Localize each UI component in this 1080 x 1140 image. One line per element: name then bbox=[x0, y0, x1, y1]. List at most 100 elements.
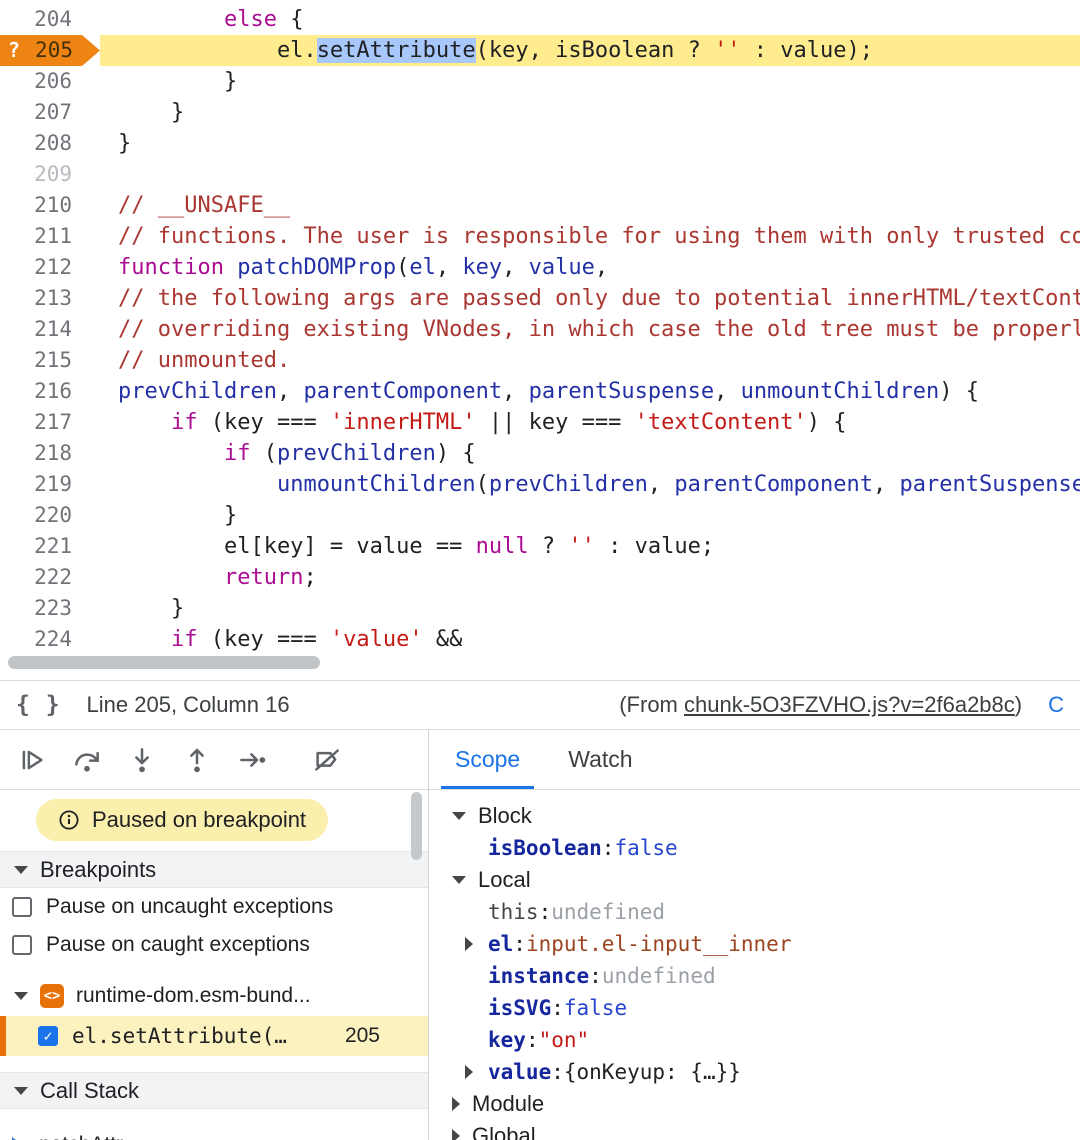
breakpoint-marker[interactable]: ? 205 bbox=[0, 35, 100, 66]
scope-variable[interactable]: instance: undefined bbox=[429, 960, 1080, 992]
code-lines: 204 else {? 205 el.setAttribute(key, isBo… bbox=[0, 0, 1080, 655]
exception-option[interactable]: Pause on uncaught exceptions bbox=[0, 888, 428, 926]
line-number[interactable]: 212 bbox=[0, 252, 100, 283]
line-number[interactable]: 204 bbox=[0, 4, 100, 35]
scope-variable[interactable]: key: "on" bbox=[429, 1024, 1080, 1056]
code-line: ? 205 el.setAttribute(key, isBoolean ? ''… bbox=[0, 35, 1080, 66]
code-token: 'value' bbox=[329, 627, 423, 652]
line-number[interactable]: 216 bbox=[0, 376, 100, 407]
checkbox[interactable] bbox=[12, 935, 32, 955]
debugger-area: Paused on breakpoint Breakpoints Pause o… bbox=[0, 730, 1080, 1140]
breakpoint-line-number: 205 bbox=[344, 1024, 380, 1047]
chevron-down-icon[interactable] bbox=[14, 992, 28, 1000]
scope-section-local[interactable]: Local bbox=[429, 864, 1080, 896]
breakpoint-item[interactable]: ✓ el.setAttribute(… 205 bbox=[0, 1016, 428, 1056]
line-number[interactable]: 214 bbox=[0, 314, 100, 345]
variable-value: input.el-input__inner bbox=[525, 932, 792, 956]
code-token: prevChildren bbox=[488, 472, 648, 497]
code-token: } bbox=[118, 100, 185, 125]
frame-name: patchAttr bbox=[39, 1133, 123, 1140]
step-icon[interactable] bbox=[236, 744, 268, 776]
code-token: // overriding existing VNodes, in which … bbox=[118, 317, 1080, 342]
variable-name: value bbox=[488, 1060, 552, 1084]
disclosure-triangle-icon[interactable] bbox=[465, 1065, 473, 1079]
deactivate-breakpoints-icon[interactable] bbox=[311, 744, 343, 776]
scope-section-block[interactable]: Block bbox=[429, 800, 1080, 832]
chevron-down-icon[interactable] bbox=[14, 865, 28, 874]
line-number[interactable]: 206 bbox=[0, 66, 100, 97]
code-token: } bbox=[118, 503, 238, 528]
line-number[interactable]: 223 bbox=[0, 593, 100, 624]
sidebar-scrollbar-thumb[interactable] bbox=[411, 792, 422, 860]
call-stack-section-header[interactable]: Call Stack bbox=[0, 1072, 428, 1109]
script-icon: <> bbox=[40, 984, 64, 1008]
line-number[interactable]: 218 bbox=[0, 438, 100, 469]
scope-section-module[interactable]: Module bbox=[429, 1088, 1080, 1120]
checkbox[interactable] bbox=[12, 897, 32, 917]
code-token: // the following args are passed only du… bbox=[118, 286, 1080, 311]
line-number[interactable]: 211 bbox=[0, 221, 100, 252]
clipped-edge-text: C bbox=[1048, 692, 1064, 717]
line-number[interactable]: 220 bbox=[0, 500, 100, 531]
line-number[interactable]: 224 bbox=[0, 624, 100, 655]
breakpoint-file-group[interactable]: <> runtime-dom.esm-bund... bbox=[0, 976, 428, 1016]
line-number[interactable]: 221 bbox=[0, 531, 100, 562]
scope-section-global[interactable]: Global bbox=[429, 1120, 1080, 1140]
source-file-link[interactable]: chunk-5O3FZVHO.js?v=2f6a2b8c bbox=[684, 692, 1015, 717]
disclosure-triangle-icon[interactable] bbox=[452, 876, 466, 884]
step-out-icon[interactable] bbox=[181, 744, 213, 776]
variable-colon: : bbox=[601, 836, 615, 860]
chevron-down-icon[interactable] bbox=[14, 1086, 28, 1095]
code-text: if (key === 'value' && bbox=[100, 624, 1080, 655]
scope-variable[interactable]: el: input.el-input__inner bbox=[429, 928, 1080, 960]
code-text: } bbox=[100, 500, 1080, 531]
line-number[interactable]: 213 bbox=[0, 283, 100, 314]
code-editor[interactable]: 204 else {? 205 el.setAttribute(key, isBo… bbox=[0, 0, 1080, 680]
variable-name: el bbox=[488, 932, 514, 956]
scope-variable[interactable]: value: {onKeyup: {…}} bbox=[429, 1056, 1080, 1088]
disclosure-triangle-icon[interactable] bbox=[452, 1097, 460, 1111]
tab-watch[interactable]: Watch bbox=[554, 730, 646, 789]
line-number[interactable]: 208 bbox=[0, 128, 100, 159]
variable-colon: : bbox=[589, 964, 602, 988]
disclosure-triangle-icon[interactable] bbox=[465, 937, 473, 951]
line-number[interactable]: 215 bbox=[0, 345, 100, 376]
breakpoint-checkbox[interactable]: ✓ bbox=[38, 1026, 58, 1046]
resume-icon[interactable] bbox=[16, 744, 48, 776]
exception-option[interactable]: Pause on caught exceptions bbox=[0, 926, 428, 964]
line-number[interactable]: 210 bbox=[0, 190, 100, 221]
disclosure-triangle-icon[interactable] bbox=[452, 812, 466, 820]
code-token: ) { bbox=[806, 410, 847, 435]
scope-section-label: Local bbox=[478, 867, 531, 892]
code-token: key bbox=[462, 255, 503, 280]
tab-scope[interactable]: Scope bbox=[441, 730, 534, 789]
code-text: // __UNSAFE__ bbox=[100, 190, 1080, 221]
horizontal-scrollbar-thumb[interactable] bbox=[8, 656, 320, 669]
scope-variable[interactable]: isSVG: false bbox=[429, 992, 1080, 1024]
variable-name: key bbox=[488, 1028, 526, 1052]
breakpoints-section-header[interactable]: Breakpoints bbox=[0, 851, 428, 888]
devtools-sources-panel: 204 else {? 205 el.setAttribute(key, isBo… bbox=[0, 0, 1080, 1140]
line-number[interactable]: 217 bbox=[0, 407, 100, 438]
code-line: 224 if (key === 'value' && bbox=[0, 624, 1080, 655]
horizontal-scrollbar[interactable] bbox=[0, 656, 1080, 670]
step-into-icon[interactable] bbox=[126, 744, 158, 776]
code-line: 211 // functions. The user is responsible… bbox=[0, 221, 1080, 252]
code-line: 209 bbox=[0, 159, 1080, 190]
line-number[interactable]: 209 bbox=[0, 159, 100, 190]
line-number[interactable]: 207 bbox=[0, 97, 100, 128]
code-token: // __UNSAFE__ bbox=[118, 193, 291, 218]
line-number[interactable]: 222 bbox=[0, 562, 100, 593]
pretty-print-icon[interactable]: { } bbox=[16, 692, 61, 718]
scope-variable[interactable]: this: undefined bbox=[429, 896, 1080, 928]
variable-colon: : bbox=[551, 1060, 564, 1084]
call-stack-frame[interactable]: patchAttr bbox=[0, 1125, 428, 1140]
code-line: 215 // unmounted. bbox=[0, 345, 1080, 376]
disclosure-triangle-icon[interactable] bbox=[452, 1129, 460, 1140]
scope-variable[interactable]: isBoolean: false bbox=[429, 832, 1080, 864]
line-number[interactable]: 219 bbox=[0, 469, 100, 500]
step-over-icon[interactable] bbox=[71, 744, 103, 776]
